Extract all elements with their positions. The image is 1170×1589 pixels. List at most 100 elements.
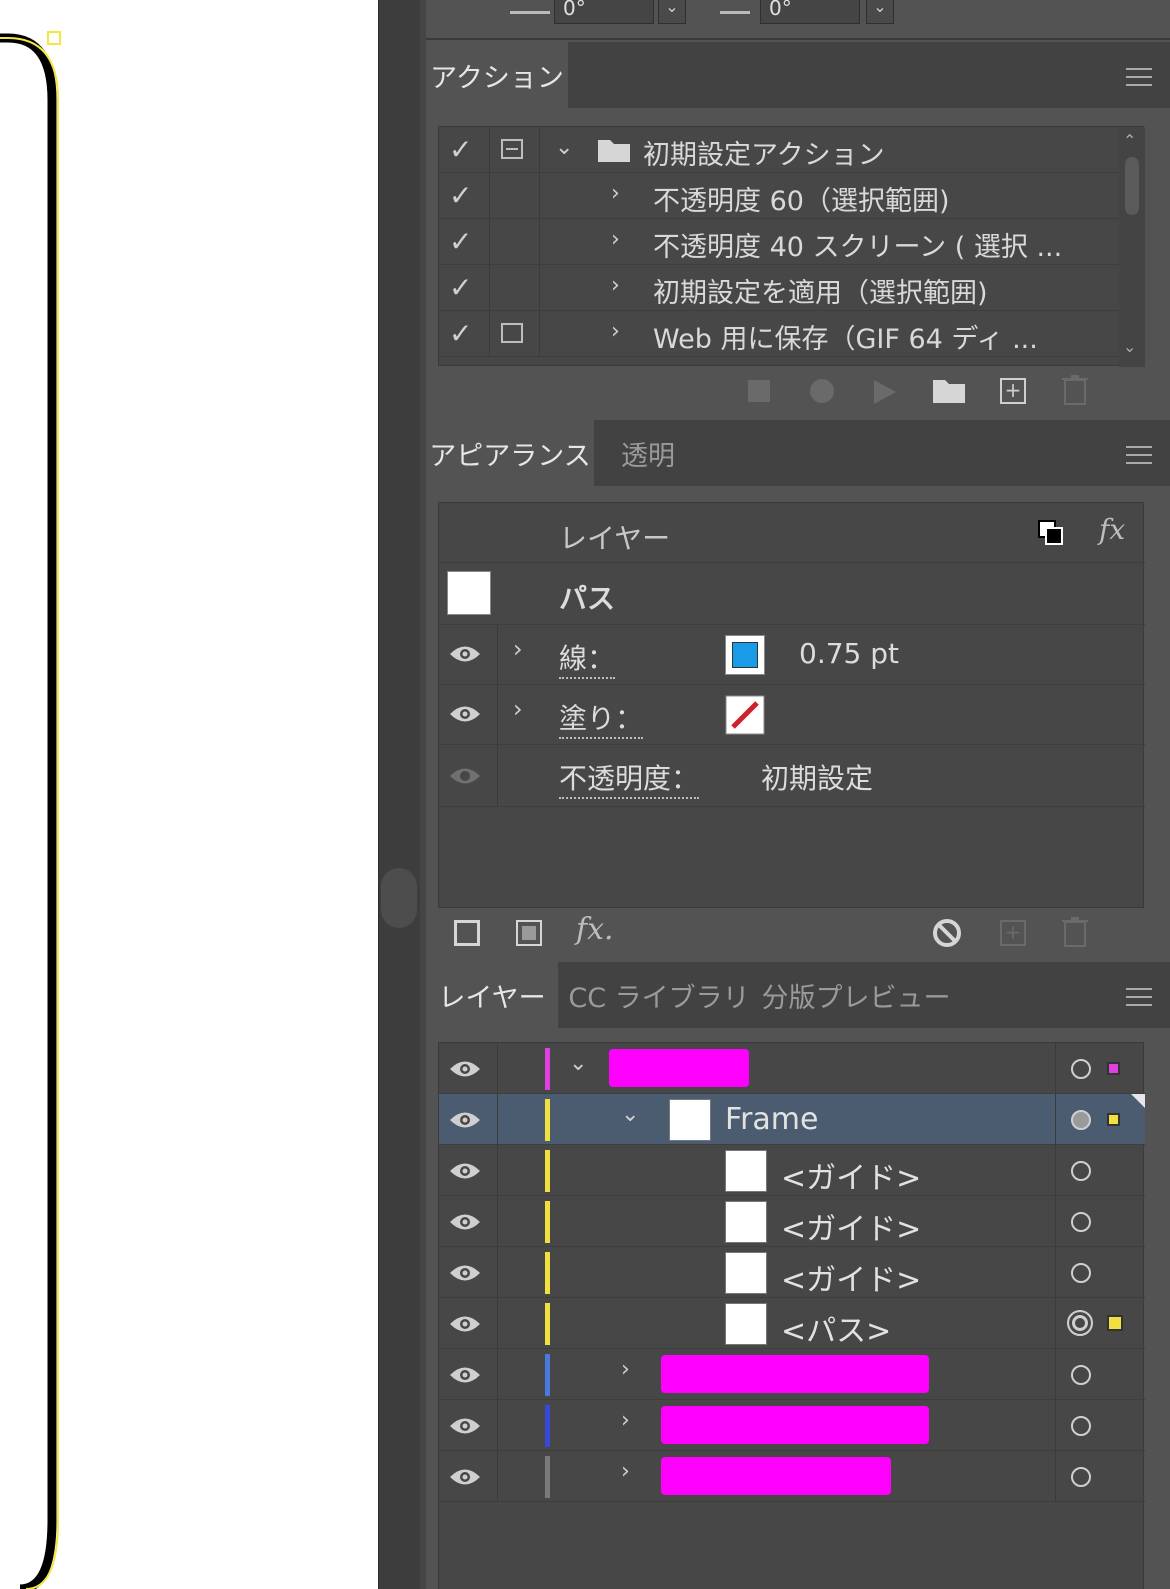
target-circle-icon[interactable] bbox=[1071, 1416, 1091, 1436]
eye-icon[interactable] bbox=[449, 1262, 481, 1284]
play-icon[interactable] bbox=[874, 380, 896, 404]
sublayer-row[interactable]: <ガイド> bbox=[439, 1196, 1145, 1247]
rotate-field[interactable]: 0° bbox=[554, 0, 654, 24]
delete-item-icon[interactable] bbox=[1062, 916, 1088, 948]
target-circle-icon[interactable] bbox=[1071, 1467, 1091, 1487]
chevron-right-icon[interactable]: › bbox=[621, 1459, 630, 1484]
target-circle-icon[interactable] bbox=[1071, 1110, 1091, 1130]
eye-icon[interactable] bbox=[449, 703, 481, 725]
target-circle-icon[interactable] bbox=[1071, 1161, 1091, 1181]
sublayer-row[interactable]: › bbox=[439, 1400, 1145, 1451]
duplicate-appearance-icon[interactable] bbox=[1037, 519, 1065, 547]
target-circle-icon[interactable] bbox=[1067, 1310, 1093, 1336]
scroll-up-icon[interactable]: ⌃ bbox=[1123, 131, 1136, 150]
delete-icon[interactable] bbox=[1062, 374, 1088, 406]
layer-name[interactable]: <ガイド> bbox=[781, 1153, 921, 1197]
panel-collapse-handle[interactable] bbox=[381, 868, 417, 928]
layer-name[interactable]: <ガイド> bbox=[781, 1204, 921, 1248]
eye-icon[interactable] bbox=[449, 1313, 481, 1335]
target-circle-icon[interactable] bbox=[1071, 1263, 1091, 1283]
chevron-right-icon[interactable]: › bbox=[513, 695, 523, 723]
panel-menu-icon[interactable] bbox=[1126, 68, 1152, 88]
check-icon[interactable]: ✓ bbox=[449, 179, 472, 212]
panel-menu-icon[interactable] bbox=[1126, 988, 1152, 1008]
chevron-right-icon[interactable]: › bbox=[621, 1357, 630, 1382]
eye-icon[interactable] bbox=[449, 1211, 481, 1233]
check-icon[interactable]: ✓ bbox=[449, 317, 472, 350]
target-circle-icon[interactable] bbox=[1071, 1212, 1091, 1232]
scroll-down-icon[interactable]: ⌄ bbox=[1123, 337, 1136, 356]
chevron-down-icon[interactable]: ⌄ bbox=[866, 0, 894, 24]
actions-scrollbar[interactable]: ⌃ ⌄ bbox=[1119, 127, 1145, 367]
scroll-thumb[interactable] bbox=[1125, 157, 1139, 215]
tab-transparency[interactable]: 透明 bbox=[598, 420, 698, 486]
eye-icon[interactable] bbox=[449, 1415, 481, 1437]
clear-appearance-icon[interactable] bbox=[932, 918, 962, 948]
action-row[interactable]: ✓ › Web 用に保存（GIF 64 ディ ... bbox=[439, 311, 1119, 357]
chevron-right-icon[interactable]: › bbox=[611, 227, 620, 252]
tab-actions[interactable]: アクション bbox=[426, 42, 568, 108]
eye-icon[interactable] bbox=[449, 1160, 481, 1182]
fx-icon[interactable]: fx. bbox=[576, 912, 614, 947]
action-row[interactable]: ✓ › 初期設定を適用（選択範囲) bbox=[439, 265, 1119, 311]
artboard-canvas[interactable] bbox=[0, 0, 378, 1589]
eye-icon[interactable] bbox=[449, 1364, 481, 1386]
new-action-icon[interactable]: + bbox=[1000, 378, 1026, 404]
check-icon[interactable]: ✓ bbox=[449, 271, 472, 304]
chevron-right-icon[interactable]: › bbox=[611, 273, 620, 298]
sublayer-row[interactable]: › bbox=[439, 1451, 1145, 1502]
panel-menu-icon[interactable] bbox=[1126, 446, 1152, 466]
chevron-down-icon[interactable]: ⌄ bbox=[621, 1102, 639, 1127]
action-row[interactable]: ✓ › 不透明度 60（選択範囲) bbox=[439, 173, 1119, 219]
stop-icon[interactable] bbox=[748, 380, 770, 402]
record-icon[interactable] bbox=[810, 379, 834, 403]
chevron-right-icon[interactable]: › bbox=[611, 319, 620, 344]
eye-icon[interactable] bbox=[449, 1466, 481, 1488]
layer-name[interactable]: <パス> bbox=[781, 1306, 891, 1350]
fx-icon[interactable]: fx bbox=[1099, 513, 1125, 546]
add-fill-icon[interactable] bbox=[516, 920, 542, 946]
chevron-down-icon[interactable]: ⌄ bbox=[658, 0, 686, 24]
stroke-swatch[interactable] bbox=[725, 635, 765, 675]
shear-field[interactable]: 0° bbox=[760, 0, 860, 24]
check-icon[interactable]: ✓ bbox=[449, 225, 472, 258]
chevron-down-icon[interactable]: ⌄ bbox=[555, 135, 573, 160]
eye-icon[interactable] bbox=[449, 1058, 481, 1080]
eye-icon[interactable] bbox=[449, 643, 481, 665]
action-row[interactable]: ✓ › 不透明度 40 スクリーン ( 選択 ... bbox=[439, 219, 1119, 265]
layer-name[interactable]: <ガイド> bbox=[781, 1255, 921, 1299]
tab-separations-preview[interactable]: 分版プレビュー bbox=[758, 962, 954, 1028]
appearance-fill-row[interactable]: › 塗り： bbox=[439, 685, 1145, 745]
fill-label[interactable]: 塗り： bbox=[559, 697, 644, 739]
add-stroke-icon[interactable] bbox=[454, 920, 480, 946]
sublayer-row[interactable]: <ガイド> bbox=[439, 1247, 1145, 1298]
chevron-right-icon[interactable]: › bbox=[513, 635, 523, 663]
sublayer-row[interactable]: ⌄ Frame bbox=[439, 1094, 1145, 1145]
sublayer-row[interactable]: <パス> bbox=[439, 1298, 1145, 1349]
dialog-toggle-icon[interactable] bbox=[501, 139, 523, 159]
chevron-right-icon[interactable]: › bbox=[621, 1408, 630, 1433]
stroke-label[interactable]: 線： bbox=[559, 637, 616, 679]
action-set-row[interactable]: ✓ ⌄ 初期設定アクション bbox=[439, 127, 1119, 173]
chevron-right-icon[interactable]: › bbox=[611, 181, 620, 206]
tab-layers[interactable]: レイヤー bbox=[426, 962, 558, 1028]
duplicate-item-icon[interactable]: + bbox=[1000, 920, 1026, 946]
sublayer-row[interactable]: <ガイド> bbox=[439, 1145, 1145, 1196]
target-circle-icon[interactable] bbox=[1071, 1365, 1091, 1385]
target-circle-icon[interactable] bbox=[1071, 1059, 1091, 1079]
tab-cc-libraries[interactable]: CC ライブラリ bbox=[564, 962, 754, 1028]
dialog-toggle-icon[interactable] bbox=[501, 323, 523, 343]
stroke-weight-value[interactable]: 0.75 pt bbox=[799, 637, 899, 670]
appearance-opacity-row[interactable]: 不透明度： 初期設定 bbox=[439, 745, 1145, 807]
fill-none-swatch[interactable] bbox=[725, 695, 765, 735]
chevron-down-icon[interactable]: ⌄ bbox=[569, 1051, 587, 1076]
sublayer-row[interactable]: › bbox=[439, 1349, 1145, 1400]
layer-row[interactable]: ⌄ bbox=[439, 1043, 1145, 1094]
check-icon[interactable]: ✓ bbox=[449, 133, 472, 166]
opacity-label[interactable]: 不透明度： bbox=[559, 757, 700, 799]
tab-appearance[interactable]: アピアランス bbox=[426, 420, 594, 486]
new-set-folder-icon[interactable] bbox=[932, 376, 966, 404]
layer-name[interactable]: Frame bbox=[725, 1102, 818, 1137]
rounded-frame-path[interactable] bbox=[0, 0, 378, 1589]
eye-icon[interactable] bbox=[449, 1109, 481, 1131]
